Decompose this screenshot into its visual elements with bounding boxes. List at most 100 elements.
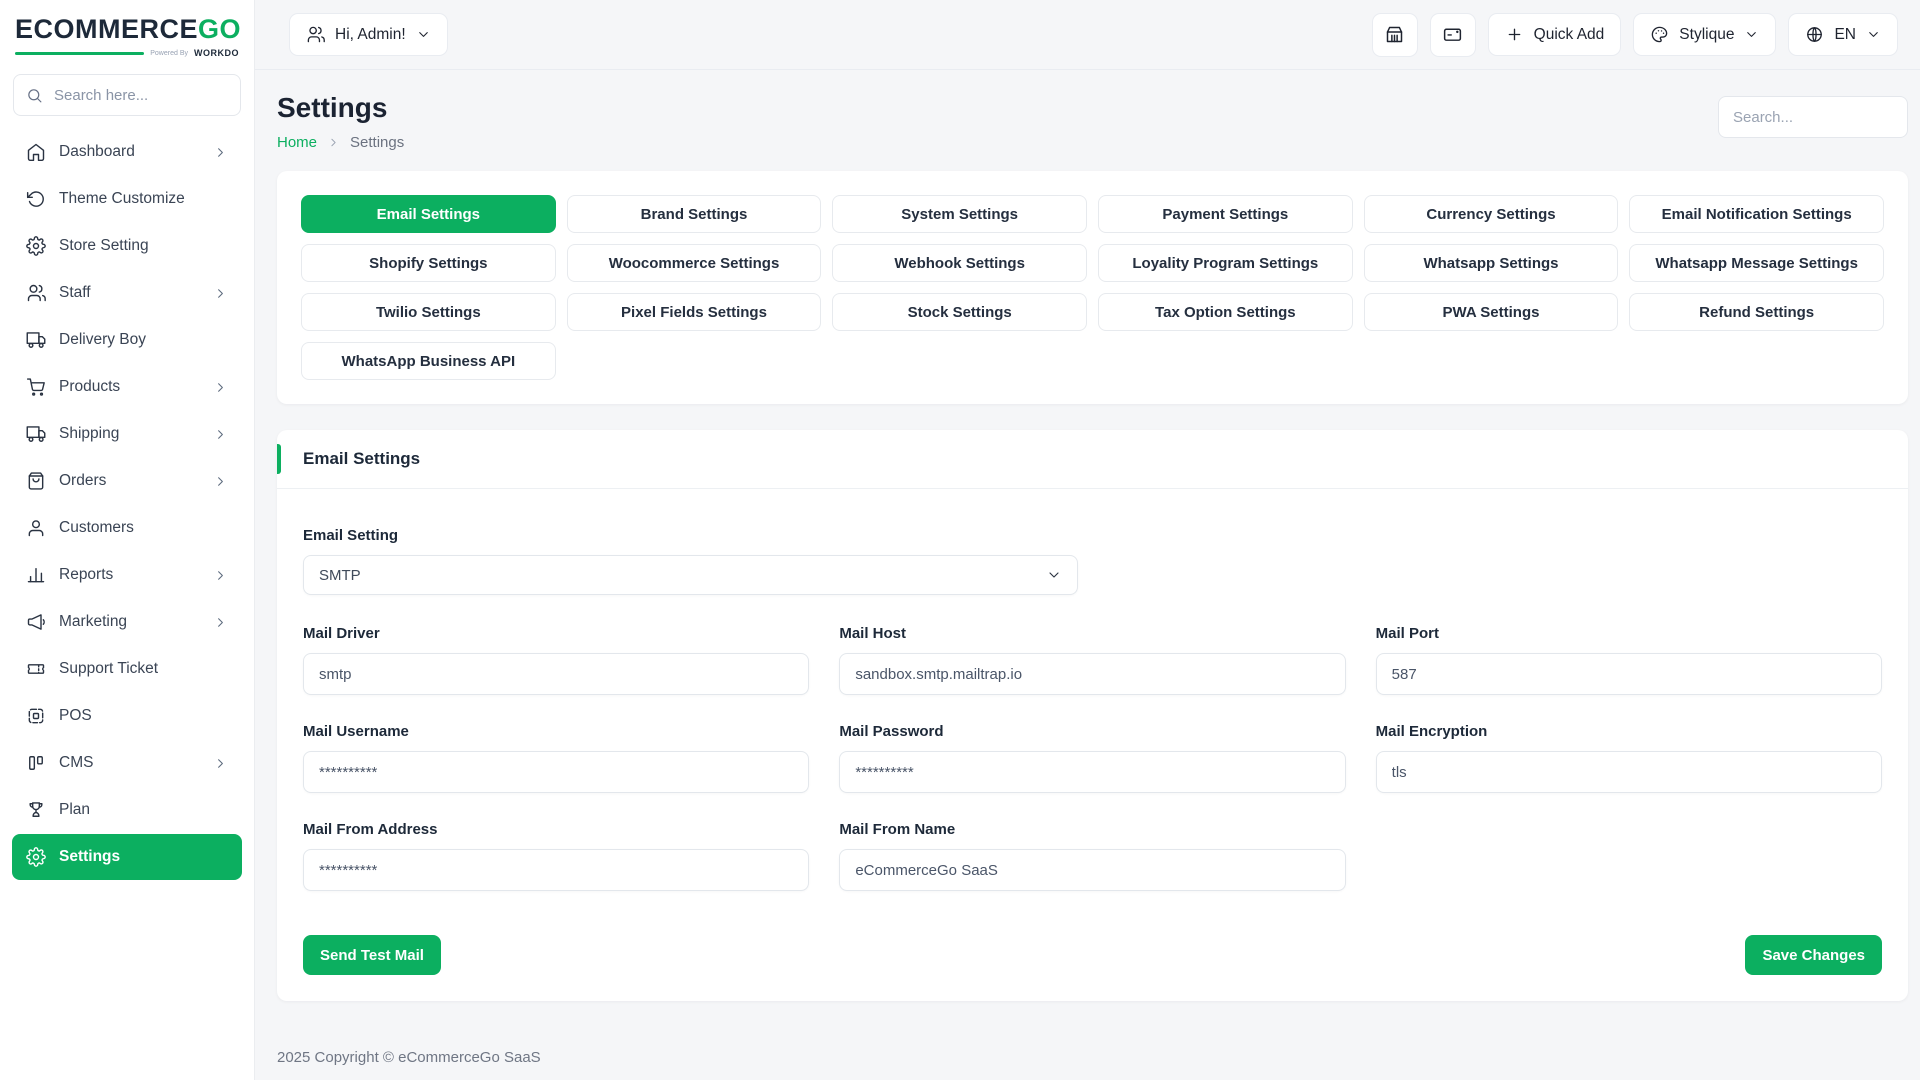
sidebar-item-plan[interactable]: Plan xyxy=(12,787,242,833)
mail-encryption-input[interactable] xyxy=(1376,751,1882,793)
sidebar-item-pos[interactable]: POS xyxy=(12,693,242,739)
sidebar-item-staff[interactable]: Staff xyxy=(12,270,242,316)
save-changes-button[interactable]: Save Changes xyxy=(1745,935,1882,975)
tab-twilio-settings[interactable]: Twilio Settings xyxy=(301,293,556,331)
storefront-button[interactable] xyxy=(1372,13,1418,57)
sidebar-item-reports[interactable]: Reports xyxy=(12,552,242,598)
form-actions: Send Test Mail Save Changes xyxy=(303,935,1882,975)
field-label: Mail Password xyxy=(839,723,1345,740)
tab-loyality-program-settings[interactable]: Loyality Program Settings xyxy=(1098,244,1353,282)
tab-whatsapp-message-settings[interactable]: Whatsapp Message Settings xyxy=(1629,244,1884,282)
sidebar-item-label: Marketing xyxy=(59,613,127,631)
email-setting-label: Email Setting xyxy=(303,527,1882,544)
breadcrumb-home-link[interactable]: Home xyxy=(277,134,317,151)
sidebar-search-input[interactable] xyxy=(52,86,228,105)
chevron-down-icon xyxy=(1744,27,1759,42)
sidebar-search xyxy=(13,74,241,116)
email-setting-select[interactable]: SMTP xyxy=(303,555,1078,595)
store-icon xyxy=(1384,24,1405,45)
sidebar-item-label: Reports xyxy=(59,566,113,584)
tab-woocommerce-settings[interactable]: Woocommerce Settings xyxy=(567,244,822,282)
chevron-right-icon xyxy=(213,756,228,771)
tab-payment-settings[interactable]: Payment Settings xyxy=(1098,195,1353,233)
trophy-icon xyxy=(26,800,46,820)
quick-add-button[interactable]: Quick Add xyxy=(1488,13,1622,56)
mail-password-input[interactable] xyxy=(839,751,1345,793)
sidebar-item-orders[interactable]: Orders xyxy=(12,458,242,504)
home-icon xyxy=(26,142,46,162)
tab-email-settings[interactable]: Email Settings xyxy=(301,195,556,233)
users-icon xyxy=(26,283,46,303)
tab-whatsapp-business-api[interactable]: WhatsApp Business API xyxy=(301,342,556,380)
user-menu-button[interactable]: Hi, Admin! xyxy=(289,13,448,56)
sidebar-item-customers[interactable]: Customers xyxy=(12,505,242,551)
sidebar-item-shipping[interactable]: Shipping xyxy=(12,411,242,457)
sidebar-item-marketing[interactable]: Marketing xyxy=(12,599,242,645)
tab-webhook-settings[interactable]: Webhook Settings xyxy=(832,244,1087,282)
sidebar-item-products[interactable]: Products xyxy=(12,364,242,410)
tab-refund-settings[interactable]: Refund Settings xyxy=(1629,293,1884,331)
field-label: Mail Username xyxy=(303,723,809,740)
email-templates-button[interactable] xyxy=(1430,13,1476,57)
sidebar-item-label: Dashboard xyxy=(59,143,135,161)
sidebar-item-settings[interactable]: Settings xyxy=(12,834,242,880)
mail-username-field: Mail Username xyxy=(303,723,809,793)
tab-pwa-settings[interactable]: PWA Settings xyxy=(1364,293,1619,331)
sidebar-item-label: Staff xyxy=(59,284,91,302)
tab-currency-settings[interactable]: Currency Settings xyxy=(1364,195,1619,233)
bag-icon xyxy=(26,471,46,491)
mail-from-address-input[interactable] xyxy=(303,849,809,891)
sidebar-item-theme-customize[interactable]: Theme Customize xyxy=(12,176,242,222)
sidebar-item-label: CMS xyxy=(59,754,93,772)
card-header: Email Settings xyxy=(277,430,1908,489)
email-settings-card: Email Settings Email Setting SMTP Mail D… xyxy=(277,430,1908,1001)
topbar: Hi, Admin! Quick Add Stylique xyxy=(255,0,1920,70)
tab-system-settings[interactable]: System Settings xyxy=(832,195,1087,233)
tab-whatsapp-settings[interactable]: Whatsapp Settings xyxy=(1364,244,1619,282)
content: Settings Home Settings Email SettingsBra… xyxy=(255,70,1920,1080)
cms-icon xyxy=(26,753,46,773)
mail-icon xyxy=(1442,24,1463,45)
tab-tax-option-settings[interactable]: Tax Option Settings xyxy=(1098,293,1353,331)
tab-stock-settings[interactable]: Stock Settings xyxy=(832,293,1087,331)
chevron-right-icon xyxy=(213,145,228,160)
chevron-right-icon xyxy=(213,615,228,630)
sidebar-item-dashboard[interactable]: Dashboard xyxy=(12,129,242,175)
chevron-right-icon xyxy=(327,136,340,149)
language-button[interactable]: EN xyxy=(1788,13,1898,56)
sidebar-item-store-setting[interactable]: Store Setting xyxy=(12,223,242,269)
logo[interactable]: ECOMMERCEGO Powered By WORKDO xyxy=(0,0,254,66)
tab-pixel-fields-settings[interactable]: Pixel Fields Settings xyxy=(567,293,822,331)
palette-icon xyxy=(1650,25,1669,44)
chevron-right-icon xyxy=(213,427,228,442)
search-icon xyxy=(26,87,43,104)
mail-driver-input[interactable] xyxy=(303,653,809,695)
truck-icon xyxy=(26,330,46,350)
mail-username-input[interactable] xyxy=(303,751,809,793)
sidebar-item-support-ticket[interactable]: Support Ticket xyxy=(12,646,242,692)
tab-shopify-settings[interactable]: Shopify Settings xyxy=(301,244,556,282)
field-label: Mail From Name xyxy=(839,821,1345,838)
chevron-down-icon xyxy=(1046,567,1062,583)
app-root: ECOMMERCEGO Powered By WORKDO Dashboard T… xyxy=(0,0,1920,1080)
settings-search-input[interactable] xyxy=(1718,96,1908,138)
sidebar-item-delivery-boy[interactable]: Delivery Boy xyxy=(12,317,242,363)
sidebar-item-label: Customers xyxy=(59,519,134,537)
quick-add-label: Quick Add xyxy=(1534,26,1605,44)
chevron-right-icon xyxy=(213,568,228,583)
mail-from-name-input[interactable] xyxy=(839,849,1345,891)
logo-text: ECOMMERCEGO xyxy=(15,16,239,43)
email-setting-field: Email Setting SMTP xyxy=(303,527,1882,595)
sidebar-item-cms[interactable]: CMS xyxy=(12,740,242,786)
mail-password-field: Mail Password xyxy=(839,723,1345,793)
topbar-actions: Quick Add Stylique EN xyxy=(1372,13,1898,57)
send-test-mail-button[interactable]: Send Test Mail xyxy=(303,935,441,975)
mail-port-input[interactable] xyxy=(1376,653,1882,695)
stylique-button[interactable]: Stylique xyxy=(1633,13,1776,56)
sidebar-item-label: Orders xyxy=(59,472,106,490)
page-title: Settings xyxy=(277,92,404,124)
mail-host-input[interactable] xyxy=(839,653,1345,695)
tab-email-notification-settings[interactable]: Email Notification Settings xyxy=(1629,195,1884,233)
tab-brand-settings[interactable]: Brand Settings xyxy=(567,195,822,233)
plus-icon xyxy=(1505,25,1524,44)
